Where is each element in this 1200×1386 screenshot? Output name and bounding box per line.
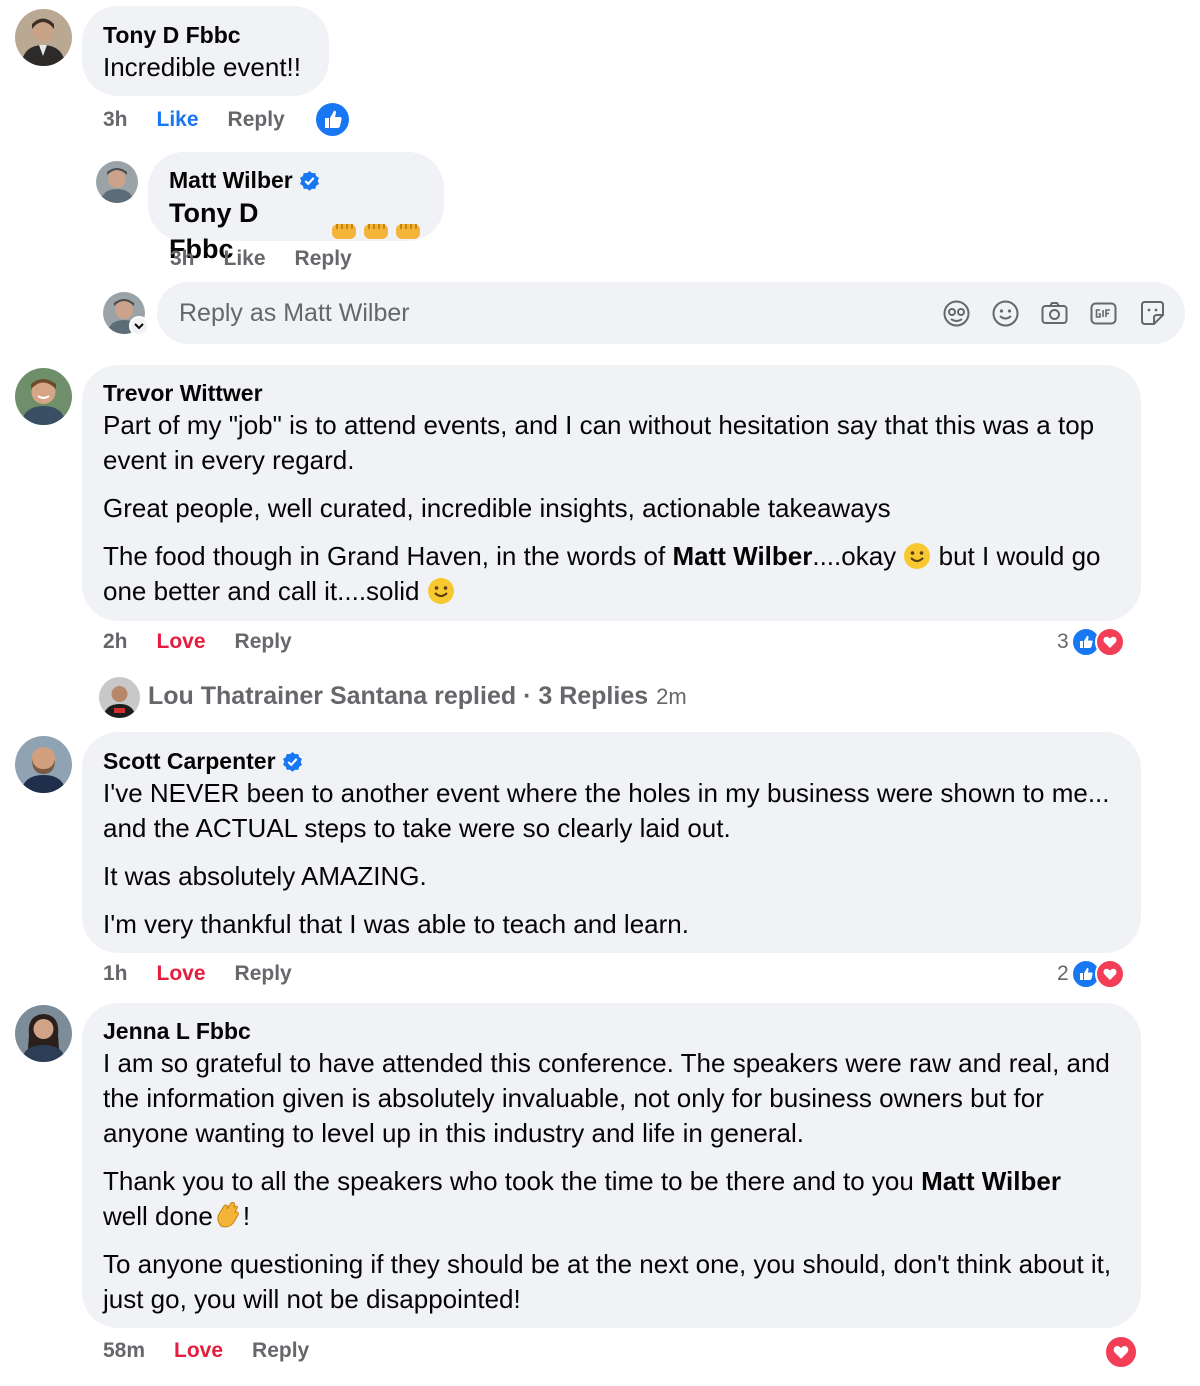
reaction-count: 2 (1057, 962, 1069, 985)
camera-icon[interactable] (1040, 299, 1069, 328)
love-heart-icon (1104, 1335, 1138, 1369)
comment-paragraph: Thank you to all the speakers who took t… (103, 1164, 1120, 1234)
comment-author[interactable]: Tony D Fbbc (103, 20, 308, 50)
reply-bubble: Matt Wilber Tony D Fbbc (148, 152, 444, 264)
replies-time: 2m (656, 683, 687, 709)
reply-button[interactable]: Reply (295, 247, 352, 271)
like-button[interactable]: Like (157, 108, 199, 132)
paragraph-text: well done (103, 1201, 213, 1231)
reply-button[interactable]: Reply (252, 1339, 309, 1363)
comment-actions: 58m Love Reply (103, 1339, 338, 1363)
input-toolbar (942, 282, 1167, 344)
clap-emoji (213, 1200, 243, 1230)
love-heart-icon (1094, 959, 1125, 989)
reply-input[interactable] (179, 298, 899, 328)
comment-text: I am so grateful to have attended this c… (103, 1046, 1120, 1317)
avatar-sticker-icon[interactable] (942, 299, 971, 328)
mention-link[interactable]: Matt Wilber (672, 541, 812, 571)
comment-bubble: Scott Carpenter I've NEVER been to anoth… (82, 732, 1141, 953)
chevron-down-icon[interactable] (129, 316, 149, 336)
verified-badge-icon (299, 170, 320, 191)
fist-emoji (330, 219, 423, 243)
reaction-count: 3 (1057, 630, 1069, 653)
comment-author-name[interactable]: Scott Carpenter (103, 746, 276, 776)
comment-time[interactable]: 1h (103, 962, 128, 986)
reply-button[interactable]: Reply (228, 108, 285, 132)
avatar-matt[interactable] (96, 161, 138, 203)
reaction-summary[interactable]: 2 (1057, 959, 1125, 989)
smile-emoji (903, 542, 931, 570)
comment-bubble: Trevor Wittwer Part of my "job" is to at… (82, 365, 1141, 621)
comment-bubble: Jenna L Fbbc I am so grateful to have at… (82, 1003, 1141, 1328)
comment-paragraph: It was absolutely AMAZING. (103, 861, 427, 891)
verified-badge-icon (282, 751, 303, 772)
comment-author[interactable]: Trevor Wittwer (103, 378, 1120, 408)
smile-emoji (427, 577, 455, 605)
comment-paragraph: To anyone questioning if they should be … (103, 1249, 1112, 1314)
comment-author[interactable]: Jenna L Fbbc (103, 1016, 1120, 1046)
love-button[interactable]: Love (157, 962, 206, 986)
emoji-icon[interactable] (991, 299, 1020, 328)
reply-time[interactable]: 3h (170, 247, 195, 271)
paragraph-text: ....okay (812, 541, 904, 571)
reply-actions: 3h Like Reply (170, 247, 381, 271)
reply-button[interactable]: Reply (235, 962, 292, 986)
comment-author: Scott Carpenter (103, 746, 1120, 776)
love-button[interactable]: Love (174, 1339, 223, 1363)
love-button[interactable]: Love (157, 630, 206, 654)
comment-time[interactable]: 3h (103, 108, 128, 132)
paragraph-text: ! (242, 1201, 251, 1231)
comment-time[interactable]: 58m (103, 1339, 145, 1363)
comment-actions: 2h Love Reply (103, 630, 321, 654)
comment-actions: 1h Love Reply (103, 962, 321, 986)
comment-paragraph: The food though in Grand Haven, in the w… (103, 539, 1120, 609)
paragraph-text: The food though in Grand Haven, in the w… (103, 541, 673, 571)
comment-paragraph: I am so grateful to have attended this c… (103, 1048, 1110, 1148)
reply-author-name[interactable]: Matt Wilber (169, 165, 293, 195)
comment-actions: 3h Like Reply (103, 108, 314, 132)
thumbs-up-icon[interactable] (316, 103, 349, 136)
avatar-matt-input[interactable] (103, 292, 149, 336)
paragraph-text: Thank you to all the speakers who took t… (103, 1166, 922, 1196)
mention-link[interactable]: Matt Wilber (921, 1166, 1061, 1196)
comment-paragraph: I've NEVER been to another event where t… (103, 778, 1110, 843)
comment-paragraph: Part of my "job" is to attend events, an… (103, 410, 1095, 475)
comment-paragraph: I'm very thankful that I was able to tea… (103, 909, 689, 939)
comment-text: Incredible event!! (103, 52, 302, 82)
comment-bubble: Tony D Fbbc Incredible event!! (82, 6, 329, 96)
view-replies-link[interactable]: Lou Thatrainer Santana replied · 3 Repli… (148, 682, 687, 711)
comment-time[interactable]: 2h (103, 630, 128, 654)
gif-icon[interactable] (1089, 299, 1118, 328)
comment-text: I've NEVER been to another event where t… (103, 776, 1120, 942)
reply-button[interactable]: Reply (235, 630, 292, 654)
sticker-icon[interactable] (1138, 299, 1167, 328)
reaction-summary[interactable]: 3 (1057, 627, 1125, 657)
avatar-jenna[interactable] (15, 1005, 72, 1062)
comment-paragraph: Great people, well curated, incredible i… (103, 493, 891, 523)
reply-author: Matt Wilber (169, 165, 423, 195)
comment-text: Part of my "job" is to attend events, an… (103, 408, 1120, 609)
reply-input-box (157, 282, 1185, 344)
avatar-lou[interactable] (99, 677, 140, 718)
reaction-summary[interactable] (1104, 1335, 1138, 1369)
like-button[interactable]: Like (224, 247, 266, 271)
avatar-scott[interactable] (15, 736, 72, 793)
love-heart-icon (1094, 627, 1125, 657)
avatar-tony[interactable] (15, 9, 72, 66)
replies-label: Lou Thatrainer Santana replied · 3 Repli… (148, 682, 649, 710)
avatar-trevor[interactable] (15, 368, 72, 425)
